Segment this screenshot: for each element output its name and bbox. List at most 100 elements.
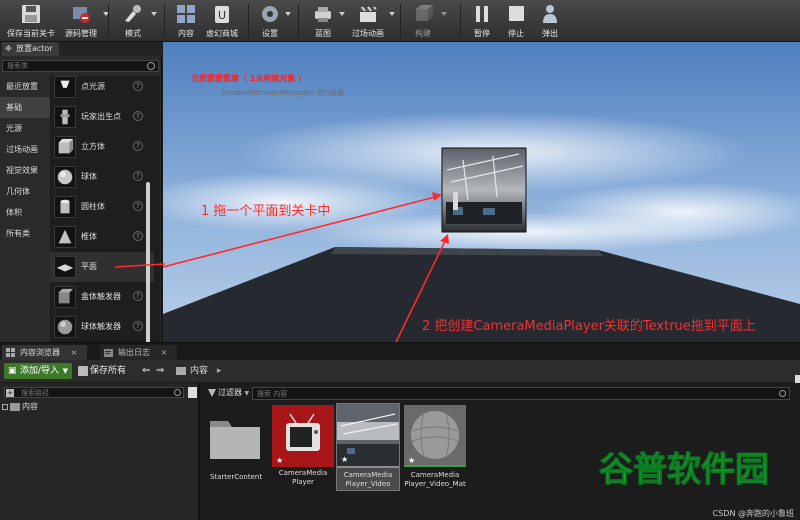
toolbar-divider (298, 4, 299, 38)
asset-tile-starter-content[interactable] (204, 405, 266, 467)
filter-icon (208, 389, 216, 397)
chevron-down-icon[interactable] (151, 12, 157, 16)
blueprint-button[interactable]: 蓝图 (308, 0, 345, 42)
content-icon (177, 5, 195, 23)
close-icon[interactable]: × (161, 348, 168, 357)
settings-icon (262, 6, 278, 22)
cinematics-button[interactable]: 过场动画 (348, 0, 395, 42)
unreal-editor-window: 保存当前关卡 源码管理 模式 内容 U 虚幻商城 设置 蓝图 过场动画 构建 暂… (0, 0, 800, 520)
help-icon[interactable]: ? (133, 81, 143, 91)
build-button[interactable]: 构建 (406, 0, 447, 42)
tab-place-actor[interactable]: ✥ 放置actor (2, 42, 59, 56)
toolbar-divider (248, 4, 249, 38)
asset-label-camera-media-player-video-mat: CameraMedia Player_Video_Mat (404, 471, 466, 488)
media-plane[interactable] (441, 147, 527, 233)
save-level-button[interactable]: 保存当前关卡 (6, 0, 56, 42)
save-all-label: 保存所有 (90, 366, 127, 376)
actor-item-cylinder[interactable]: 圆柱体 ? (50, 192, 154, 222)
search-icon (147, 62, 155, 70)
bottom-tab-bar: 内容浏览器 × 输出日志 × (0, 342, 800, 361)
place-icon: ✥ (5, 44, 12, 53)
actor-item-cube[interactable]: 立方体 ? (50, 132, 154, 162)
help-icon[interactable]: ? (133, 111, 143, 121)
class-search-input[interactable]: 搜索类 (2, 60, 159, 72)
content-browser-toolbar: ▣ 添加/导入 ▼ 保存所有 ⇐ ⇒ 内容 ▸ (0, 360, 800, 385)
pause-label: 暂停 (474, 29, 490, 38)
modes-button[interactable]: 模式 (116, 0, 157, 42)
point-light-icon (54, 76, 76, 98)
help-icon[interactable]: ? (133, 321, 143, 331)
chevron-down-icon[interactable] (441, 12, 447, 16)
add-folder-icon[interactable]: + (6, 389, 14, 397)
actor-item-label: 盒体触发器 (81, 292, 121, 301)
pause-button[interactable]: 暂停 (468, 0, 496, 42)
category-volumes[interactable]: 体积 (0, 202, 50, 223)
level-viewport[interactable]: 光照需要重建（ 1未构建对象 ） DisableAllScreenMessage… (163, 42, 800, 342)
category-visual-effects[interactable]: 视觉效果 (0, 160, 50, 181)
help-icon[interactable]: ? (133, 171, 143, 181)
actor-item-label: 立方体 (81, 142, 105, 151)
toolbar-divider (400, 4, 401, 38)
player-start-icon (54, 106, 76, 128)
view-options-button[interactable] (188, 387, 197, 398)
category-all-classes[interactable]: 所有类 (0, 223, 50, 244)
asset-tile-camera-media-player-video-mat[interactable]: ★ (404, 405, 466, 467)
chevron-down-icon[interactable] (285, 12, 291, 16)
help-icon[interactable]: ? (133, 291, 143, 301)
cylinder-icon (54, 196, 76, 218)
actor-item-label: 椎体 (81, 232, 97, 241)
box-trigger-icon (54, 286, 76, 308)
actor-item-player-start[interactable]: 玩家出生点 ? (50, 102, 154, 132)
asset-search-input[interactable]: 搜索 内容 (252, 387, 790, 400)
footer-credit: CSDN @奔跑的小鲁班 (712, 509, 794, 518)
actor-item-box-trigger[interactable]: 盒体触发器 ? (50, 282, 154, 312)
chevron-down-icon[interactable] (389, 12, 395, 16)
chevron-down-icon[interactable] (339, 12, 345, 16)
tab-content-browser[interactable]: 内容浏览器 × (2, 345, 88, 361)
help-icon[interactable]: ? (133, 231, 143, 241)
save-all-button[interactable]: 保存所有 (76, 363, 126, 379)
category-cinematic[interactable]: 过场动画 (0, 139, 50, 160)
source-control-button[interactable]: 源码管理 (60, 0, 109, 42)
category-basic[interactable]: 基础 (0, 97, 50, 118)
plane-icon (54, 256, 76, 278)
back-button[interactable]: ⇐ (142, 363, 150, 379)
close-icon[interactable]: × (71, 348, 78, 357)
category-recent[interactable]: 最近放置 (0, 76, 50, 97)
content-browser-icon (6, 348, 15, 357)
actor-item-cone[interactable]: 椎体 ? (50, 222, 154, 252)
category-lights[interactable]: 光源 (0, 118, 50, 139)
help-icon[interactable]: ? (133, 201, 143, 211)
add-import-button[interactable]: ▣ 添加/导入 ▼ (4, 363, 72, 379)
svg-text:U: U (218, 9, 226, 22)
forward-button[interactable]: ⇒ (156, 363, 164, 379)
actor-item-point-light[interactable]: 点光源 ? (50, 72, 154, 102)
actor-item-sphere[interactable]: 球体 ? (50, 162, 154, 192)
filters-button[interactable]: 过滤器 ▼ (206, 387, 249, 399)
add-icon: ▣ (8, 366, 17, 376)
stop-button[interactable]: 停止 (502, 0, 530, 42)
tab-output-log[interactable]: 输出日志 × (100, 345, 178, 361)
marketplace-button[interactable]: U 虚幻商城 (204, 0, 240, 42)
expand-icon[interactable] (2, 404, 8, 410)
breadcrumb[interactable]: 内容 ▸ (176, 363, 221, 379)
add-import-label: 添加/导入 (20, 366, 60, 376)
category-geometry[interactable]: 几何体 (0, 181, 50, 202)
eject-icon (543, 5, 557, 23)
asset-tile-camera-media-player[interactable]: ★ (272, 405, 334, 467)
help-icon[interactable]: ? (133, 141, 143, 151)
modes-label: 模式 (125, 29, 141, 38)
settings-button[interactable]: 设置 (256, 0, 291, 42)
actor-item-sphere-trigger[interactable]: 球体触发器 ? (50, 312, 154, 342)
actor-item-list: 点光源 ? 玩家出生点 ? 立方体 ? 球体 ? 圆柱体 ? 椎体 ? 平面 盒… (50, 76, 160, 342)
eject-button[interactable]: 弹出 (536, 0, 564, 42)
filters-label: 过滤器 (218, 388, 242, 397)
folder-icon (10, 403, 20, 411)
sphere-trigger-icon (54, 316, 76, 338)
search-paths-input[interactable]: + 搜索路径 (4, 387, 184, 398)
actor-item-label: 点光源 (81, 82, 105, 91)
folder-tree-item-content[interactable]: 内容 (2, 401, 38, 413)
asset-label-camera-media-player-video: CameraMedia Player_Video (343, 471, 393, 488)
content-button[interactable]: 内容 (172, 0, 200, 42)
actor-item-label: 平面 (81, 262, 97, 271)
